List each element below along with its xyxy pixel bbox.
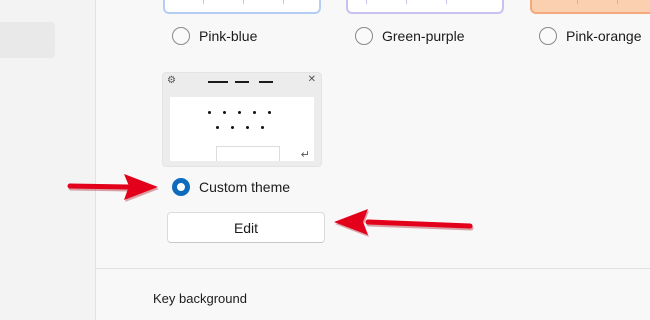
divider — [96, 268, 650, 269]
enter-key-icon: ↵ — [300, 149, 310, 161]
radio-button-selected[interactable] — [172, 178, 190, 196]
radio-button[interactable] — [355, 27, 373, 45]
radio-label: Green-purple — [382, 28, 465, 44]
enter-key-icon: ↵ — [487, 0, 496, 3]
sidebar — [0, 0, 95, 320]
preview-dash — [259, 81, 273, 83]
radio-button[interactable] — [539, 27, 557, 45]
custom-theme-preview[interactable]: ⚙ ✕ ↵ — [162, 72, 322, 167]
radio-option-pink-orange[interactable]: Pink-orange — [539, 27, 642, 45]
radio-label: Pink-blue — [199, 28, 258, 44]
key-background-label: Key background — [153, 291, 247, 306]
radio-button[interactable] — [172, 27, 190, 45]
theme-preview-green-purple[interactable]: ↵ — [346, 0, 504, 14]
gear-icon: ⚙ — [167, 75, 176, 86]
annotation-arrow-right — [67, 174, 159, 202]
theme-preview-pink-blue[interactable]: ↵ — [163, 0, 321, 14]
radio-option-custom-theme[interactable]: Custom theme — [172, 178, 290, 196]
edit-button[interactable]: Edit — [167, 212, 325, 243]
radio-label: Pink-orange — [566, 28, 642, 44]
preview-keyboard: ↵ — [170, 97, 314, 161]
sidebar-item-selected[interactable] — [0, 22, 55, 58]
preview-dash — [235, 81, 249, 83]
preview-text-field — [216, 146, 280, 161]
annotation-arrow-left — [334, 209, 474, 237]
close-icon: ✕ — [307, 74, 316, 85]
radio-label: Custom theme — [199, 179, 291, 195]
theme-preview-pink-orange[interactable] — [530, 0, 650, 14]
enter-key-icon: ↵ — [304, 0, 313, 3]
radio-option-pink-blue[interactable]: Pink-blue — [172, 27, 257, 45]
preview-dash — [208, 81, 228, 83]
radio-option-green-purple[interactable]: Green-purple — [355, 27, 465, 45]
